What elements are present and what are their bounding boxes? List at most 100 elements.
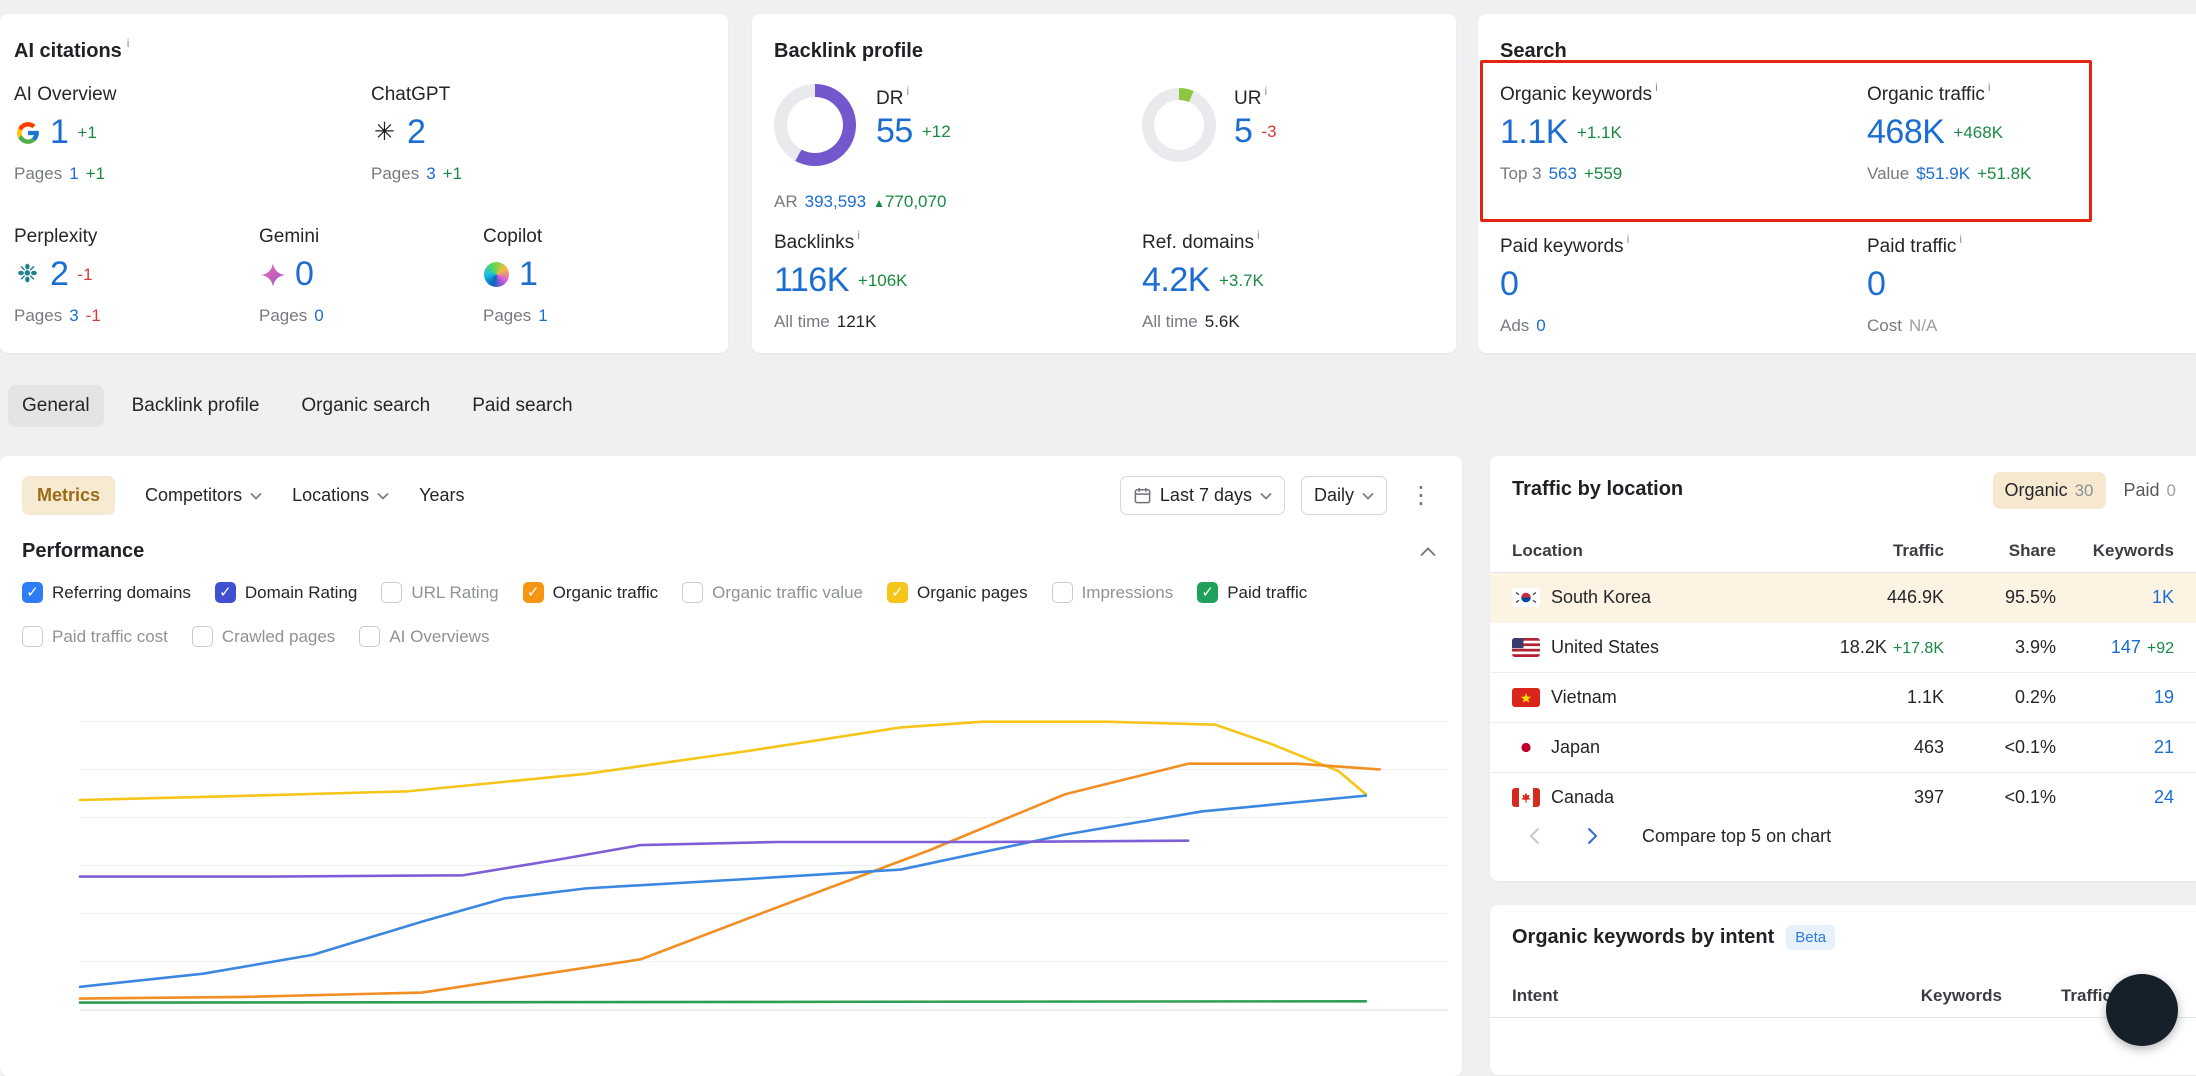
more-options-kebab-icon[interactable]: ⋮ [1403, 481, 1440, 510]
pages-value[interactable]: 1 [538, 306, 547, 326]
pages-value[interactable]: 3 [69, 306, 78, 326]
metric-checkbox-domain-rating[interactable]: ✓ Domain Rating [215, 582, 357, 603]
tab-general[interactable]: General [8, 385, 104, 427]
tab-backlink-profile[interactable]: Backlink profile [118, 385, 274, 427]
metric-checkbox-paid-traffic-cost[interactable]: Paid traffic cost [22, 626, 168, 647]
pages-delta: +1 [86, 164, 105, 184]
metric-value[interactable]: 0 [295, 255, 313, 294]
metric-checkbox-paid-traffic[interactable]: ✓ Paid traffic [1197, 582, 1307, 603]
metric-label: DR [876, 88, 903, 110]
share-value: 3.9% [1944, 637, 2056, 658]
metric-value[interactable]: 1.1K [1500, 113, 1568, 152]
metric-value[interactable]: 2 [407, 113, 425, 152]
ai-citations-title-text: AI citations [14, 40, 122, 63]
cost-value: N/A [1909, 316, 1937, 336]
keywords-link[interactable]: 21 [2154, 737, 2174, 757]
checkbox [192, 626, 213, 647]
perplexity-icon: ❉ [14, 261, 41, 288]
metric-checkbox-ai-overviews[interactable]: AI Overviews [359, 626, 489, 647]
organic-traffic-metric: Organic traffici 468K +468K Value $51.9K… [1867, 84, 2031, 184]
keywords-link[interactable]: 1K [2152, 587, 2174, 607]
info-icon[interactable]: i [1627, 232, 1630, 246]
location-name: United States [1551, 637, 1659, 658]
keywords-by-intent-card: Organic keywords by intent Beta Intent K… [1490, 905, 2196, 1075]
pages-value[interactable]: 3 [426, 164, 435, 184]
granularity-dropdown[interactable]: Daily [1301, 476, 1387, 515]
top3-delta: +559 [1584, 164, 1622, 184]
next-page-chevron-icon[interactable] [1578, 822, 1606, 850]
metric-toggles-row-2: Paid traffic cost Crawled pages AI Overv… [22, 626, 489, 647]
traffic-value: 397 [1794, 787, 1944, 808]
toggle-paid-count: 0 [2167, 481, 2176, 501]
metric-value[interactable]: 1 [50, 113, 68, 152]
table-row-vietnam: Vietnam 1.1K 0.2% 19 [1490, 673, 2196, 723]
toggle-organic-label: Organic [2005, 480, 2068, 501]
all-time-value: 5.6K [1205, 312, 1240, 332]
metric-value[interactable]: 0 [1500, 265, 1518, 304]
metric-checkbox-impressions[interactable]: Impressions [1052, 582, 1174, 603]
metric-checkbox-url-rating[interactable]: URL Rating [381, 582, 498, 603]
chart-line-paid-traffic [80, 1001, 1366, 1002]
metric-checkbox-organic-pages[interactable]: ✓ Organic pages [887, 582, 1028, 603]
ads-value[interactable]: 0 [1536, 316, 1545, 336]
tab-organic-search[interactable]: Organic search [287, 385, 444, 427]
info-icon[interactable]: i [1959, 232, 1962, 246]
years-button[interactable]: Years [419, 485, 464, 506]
metric-value[interactable]: 468K [1867, 113, 1944, 152]
metric-value[interactable]: 55 [876, 112, 913, 151]
keywords-link[interactable]: 19 [2154, 687, 2174, 707]
metric-value[interactable]: 2 [50, 255, 68, 294]
locations-dropdown[interactable]: Locations [292, 485, 389, 506]
info-icon[interactable]: i [127, 36, 130, 50]
chat-launcher-button[interactable] [2106, 974, 2178, 1046]
metric-checkbox-organic-traffic-value[interactable]: Organic traffic value [682, 582, 863, 603]
keywords-link[interactable]: 147 [2111, 637, 2141, 657]
metric-checkbox-organic-traffic[interactable]: ✓ Organic traffic [523, 582, 659, 603]
keywords-link[interactable]: 24 [2154, 787, 2174, 807]
column-header-share: Share [1944, 541, 2056, 561]
location-pager: Compare top 5 on chart [1520, 822, 1831, 850]
collapse-chevron-icon[interactable] [1420, 544, 1436, 562]
info-icon[interactable]: i [906, 84, 909, 98]
metric-value[interactable]: 0 [1867, 265, 1885, 304]
date-range-dropdown[interactable]: Last 7 days [1120, 476, 1285, 515]
competitors-dropdown[interactable]: Competitors [145, 485, 262, 506]
pages-value[interactable]: 0 [314, 306, 323, 326]
metric-label: Perplexity [14, 226, 101, 248]
info-icon[interactable]: i [1655, 80, 1658, 94]
metric-checkbox-referring-domains[interactable]: ✓ Referring domains [22, 582, 191, 603]
metrics-button[interactable]: Metrics [22, 476, 115, 515]
info-icon[interactable]: i [1257, 228, 1260, 242]
metric-value[interactable]: 116K [774, 261, 849, 300]
traffic-delta: +17.8K [1893, 640, 1944, 657]
share-value: <0.1% [1944, 787, 2056, 808]
metric-delta: +3.7K [1219, 271, 1264, 291]
metric-value[interactable]: 5 [1234, 112, 1252, 151]
info-icon[interactable]: i [1988, 80, 1991, 94]
value-label: Value [1867, 164, 1909, 184]
tab-paid-search[interactable]: Paid search [458, 385, 586, 427]
ai-metric-gemini: Gemini 0 Pages 0 [259, 226, 324, 326]
traffic-by-location-title: Traffic by location [1512, 478, 1683, 501]
share-value: <0.1% [1944, 737, 2056, 758]
top3-value[interactable]: 563 [1549, 164, 1577, 184]
toggle-organic[interactable]: Organic 30 [1993, 472, 2106, 509]
metric-value[interactable]: 4.2K [1142, 261, 1210, 300]
metric-checkbox-crawled-pages[interactable]: Crawled pages [192, 626, 335, 647]
ar-delta: 770,070 [885, 192, 946, 211]
prev-page-chevron-icon[interactable] [1520, 822, 1548, 850]
metric-label: AI Overview [14, 84, 116, 106]
info-icon[interactable]: i [1264, 84, 1267, 98]
column-header-traffic: Traffic [2002, 986, 2112, 1006]
compare-top5-label: Compare top 5 on chart [1642, 826, 1831, 847]
toggle-paid[interactable]: Paid 0 [2112, 472, 2189, 509]
metric-value[interactable]: 1 [519, 255, 537, 294]
value-amount[interactable]: $51.9K [1916, 164, 1970, 184]
gemini-icon [259, 261, 286, 288]
years-label: Years [419, 485, 464, 506]
check-icon: ✓ [891, 585, 904, 600]
info-icon[interactable]: i [857, 228, 860, 242]
ar-value[interactable]: 393,593 [805, 192, 866, 212]
keywords-delta: +92 [2147, 640, 2174, 657]
pages-value[interactable]: 1 [69, 164, 78, 184]
